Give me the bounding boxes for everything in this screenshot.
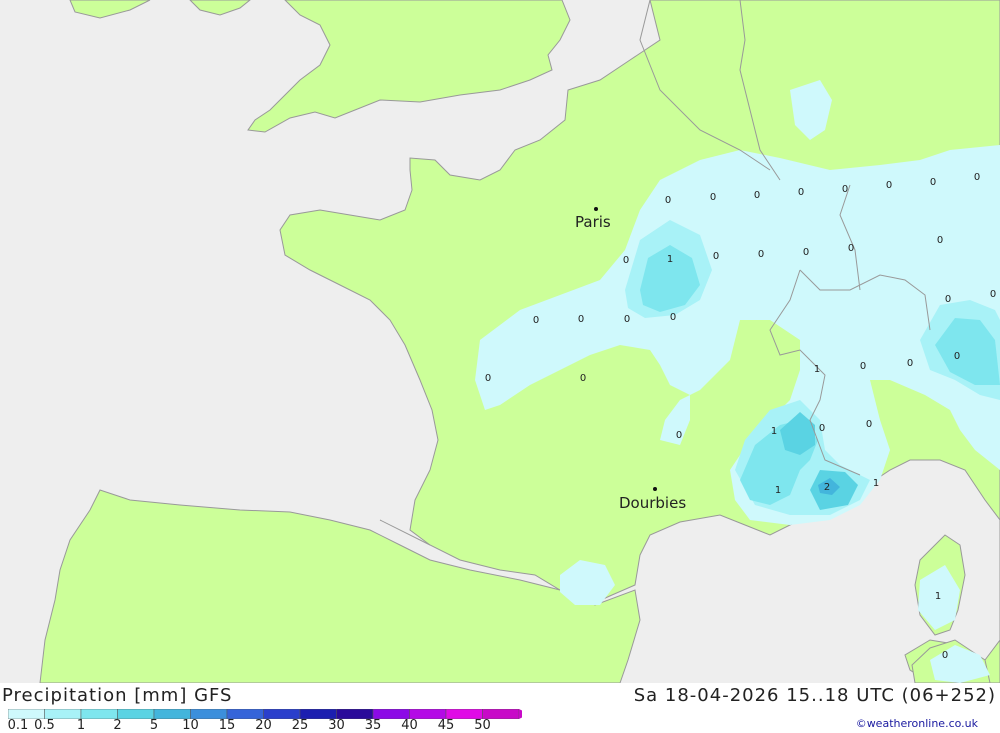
value-label: 0 [803,247,809,258]
value-label: 0 [710,192,716,203]
precipitation-map: 0 0 0 0 0 0 0 0 0 1 0 0 0 0 0 0 0 0 0 1 … [0,0,1000,683]
legend-tick-label: 40 [401,718,418,733]
value-label: 1 [771,426,777,437]
value-label: 0 [860,361,866,372]
value-label: 0 [945,294,951,305]
value-label: 0 [848,243,854,254]
city-label-paris: Paris [575,213,611,231]
value-label: 1 [667,254,673,265]
legend-tick-label: 25 [291,718,309,733]
value-label: 0 [974,172,980,183]
value-label: 0 [670,312,676,323]
map-title: Precipitation [mm] GFS [2,685,233,706]
forecast-datetime: Sa 18-04-2026 15..18 UTC (06+252) [633,685,996,706]
value-label: 0 [676,430,682,441]
legend-tick-label: 20 [255,718,272,733]
value-label: 0 [754,190,760,201]
legend-tick-label: 10 [182,718,199,733]
value-label: 0 [842,184,848,195]
legend-tick-label: 30 [328,718,345,733]
value-label: 0 [713,251,719,262]
value-label: 0 [886,180,892,191]
value-label: 0 [990,289,996,300]
legend-tick-label: 5 [149,718,159,733]
value-label: 0 [578,314,584,325]
value-label: 0 [533,315,539,326]
legend-tick-label: 0.5 [34,718,55,733]
legend-tick-label: 0.1 [7,718,29,733]
credit-link[interactable]: ©weatheronline.co.uk [856,717,978,730]
value-label: 0 [942,650,948,661]
legend-tick-label: 15 [218,718,236,733]
value-label: 0 [819,423,825,434]
value-label: 0 [866,419,872,430]
city-dot-paris [594,207,598,211]
value-label: 0 [798,187,804,198]
legend-labels: 0.1 0.5 1 2 5 10 15 20 25 30 35 40 45 50 [0,718,520,733]
legend-tick-label: 50 [474,718,491,733]
value-label: 0 [758,249,764,260]
value-label: 1 [814,364,820,375]
value-label: 0 [580,373,586,384]
city-label-dourbies: Dourbies [619,494,686,512]
legend-tick-label: 45 [437,718,455,733]
value-label: 0 [937,235,943,246]
value-label: 1 [775,485,781,496]
value-label: 0 [930,177,936,188]
city-dot-dourbies [653,487,657,491]
value-label: 0 [954,351,960,362]
legend-tick-label: 35 [364,718,382,733]
value-label: 0 [665,195,671,206]
value-label: 0 [485,373,491,384]
value-label: 0 [907,358,913,369]
value-label: 1 [873,478,879,489]
footer: Precipitation [mm] GFS Sa 18-04-2026 15.… [0,683,1000,733]
value-label: 0 [623,255,629,266]
legend-tick-label: 2 [113,718,122,733]
legend-tick-label: 1 [76,718,86,733]
value-label: 1 [935,591,941,602]
value-label: 2 [824,482,830,493]
